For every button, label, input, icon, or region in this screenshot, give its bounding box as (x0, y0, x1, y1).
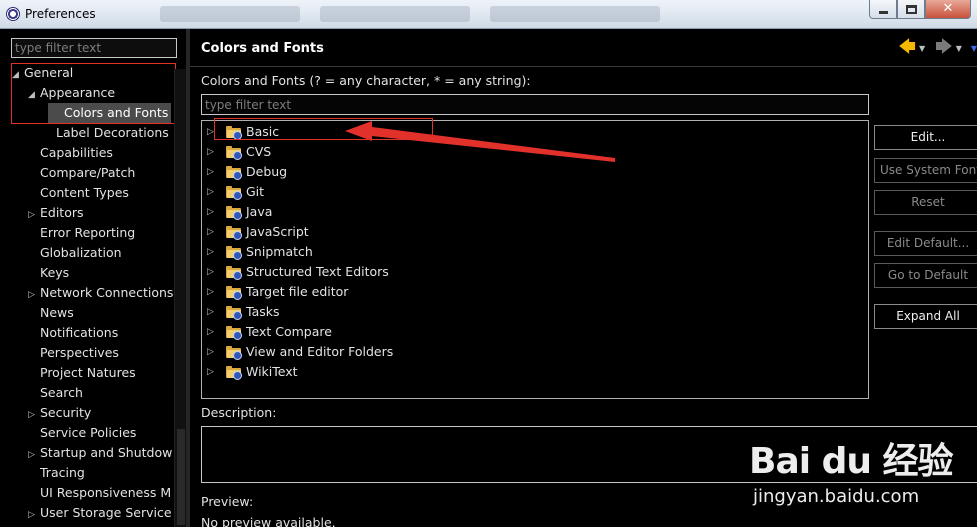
baidu-watermark: Bai du 经验 jingyan.baidu.com (749, 420, 977, 527)
annotation-arrow-shape (345, 121, 615, 162)
watermark-url: jingyan.baidu.com (753, 486, 920, 507)
baidu-jingyan-logo: Bai du 经验 (749, 441, 954, 482)
